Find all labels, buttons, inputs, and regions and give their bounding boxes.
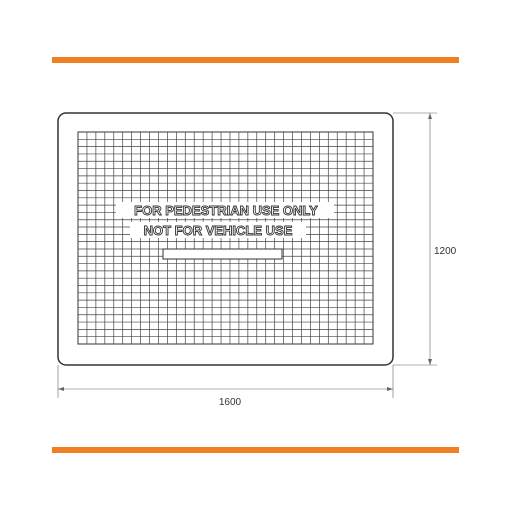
label-plate <box>162 248 283 260</box>
cover-outer-frame <box>57 112 394 366</box>
manhole-cover-drawing: FOR PEDESTRIAN USE ONLY NOT FOR VEHICLE … <box>57 112 457 408</box>
height-label: 1200 <box>434 246 457 257</box>
cover-text-line2: NOT FOR VEHICLE USE <box>144 223 293 238</box>
width-arrow-left <box>58 387 64 391</box>
width-label: 1600 <box>219 397 242 408</box>
cover-text-line1: FOR PEDESTRIAN USE ONLY <box>134 203 318 218</box>
width-arrow-right <box>387 387 393 391</box>
height-arrow-bottom <box>428 359 432 365</box>
height-arrow-top <box>428 113 432 119</box>
